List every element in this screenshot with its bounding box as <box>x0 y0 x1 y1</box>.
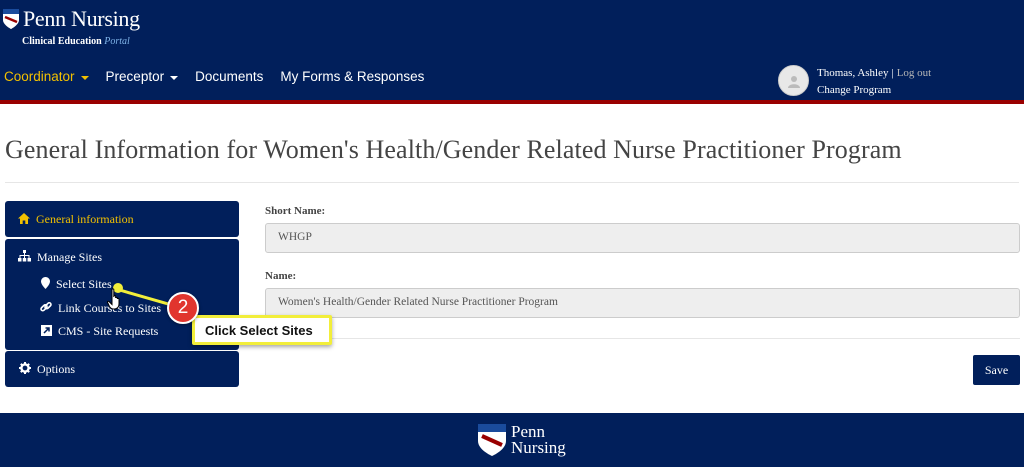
short-name-label: Short Name: <box>265 205 326 217</box>
sidebar-manage-sites-label: Manage Sites <box>37 250 102 264</box>
callout-box: Click Select Sites <box>192 315 332 345</box>
select-sites-label: Select Sites <box>56 277 112 291</box>
sidebar-general-information[interactable]: General information <box>5 201 239 237</box>
penn-shield-icon <box>3 9 19 29</box>
sidebar-options[interactable]: Options <box>5 351 239 387</box>
sidebar-item-general: General information <box>17 212 134 227</box>
user-placeholder-icon <box>787 75 800 88</box>
nav-my-forms[interactable]: My Forms & Responses <box>280 69 424 84</box>
nav-coordinator-label: Coordinator <box>4 69 75 84</box>
subtitle-main: Clinical Education <box>22 36 102 47</box>
page-title: General Information for Women's Health/G… <box>5 135 902 164</box>
map-marker-icon <box>40 277 50 292</box>
avatar[interactable] <box>778 65 809 96</box>
sidebar-item-select-sites[interactable]: Select Sites <box>40 277 112 292</box>
user-menu: Thomas, Ashley | Log out Change Program <box>778 65 931 99</box>
sidebar-item-cms-site-requests[interactable]: CMS - Site Requests <box>40 324 158 339</box>
nav-my-forms-label: My Forms & Responses <box>280 69 425 84</box>
step-number-badge: 2 <box>167 292 199 324</box>
logout-link[interactable]: Log out <box>897 67 932 79</box>
sidebar-item-manage-sites[interactable]: Manage Sites <box>18 250 102 265</box>
nav-preceptor-label: Preceptor <box>105 69 165 84</box>
sidebar-item-link-courses[interactable]: Link Courses to Sites <box>40 301 161 316</box>
footer: Penn Nursing <box>0 413 1024 467</box>
sidebar-options-label: Options <box>37 362 76 376</box>
short-name-field[interactable]: WHGP <box>265 223 1020 253</box>
user-separator: | <box>891 67 894 79</box>
main-nav: Coordinator Preceptor Documents My Forms… <box>4 69 441 84</box>
name-field[interactable]: Women's Health/Gender Related Nurse Prac… <box>265 288 1020 318</box>
footer-brand: Penn Nursing <box>511 423 566 457</box>
home-icon <box>17 212 30 227</box>
subtitle-portal: Portal <box>104 36 130 47</box>
nav-documents[interactable]: Documents <box>195 69 263 84</box>
nav-documents-label: Documents <box>195 69 264 84</box>
name-label: Name: <box>265 270 297 282</box>
nav-coordinator[interactable]: Coordinator <box>4 69 89 84</box>
sidebar-item-options: Options <box>18 362 75 377</box>
external-link-icon <box>40 324 52 339</box>
header: Penn Nursing Clinical Education Portal C… <box>0 0 1024 103</box>
cms-site-requests-label: CMS - Site Requests <box>58 324 159 338</box>
save-button[interactable]: Save <box>973 355 1020 385</box>
gear-icon <box>18 362 31 377</box>
nav-preceptor[interactable]: Preceptor <box>106 69 179 84</box>
brand-name: Penn Nursing <box>23 6 140 31</box>
divider <box>265 338 1020 339</box>
header-accent-line <box>0 100 1024 104</box>
footer-logo: Penn Nursing <box>477 423 566 457</box>
sitemap-icon <box>18 250 31 265</box>
link-icon <box>40 301 52 316</box>
hand-cursor-icon <box>107 288 120 310</box>
change-program-link[interactable]: Change Program <box>817 82 931 99</box>
divider <box>5 182 1019 183</box>
portal-subtitle: Clinical Education Portal <box>22 36 130 47</box>
caret-down-icon <box>80 75 89 80</box>
penn-nursing-logo[interactable]: Penn Nursing <box>2 6 140 32</box>
user-info: Thomas, Ashley | Log out Change Program <box>817 65 931 99</box>
footer-brand-line2: Nursing <box>511 438 566 457</box>
user-name[interactable]: Thomas, Ashley <box>817 67 889 79</box>
caret-down-icon <box>170 75 179 80</box>
sidebar-general-label: General information <box>36 212 134 226</box>
penn-shield-icon <box>478 424 506 456</box>
